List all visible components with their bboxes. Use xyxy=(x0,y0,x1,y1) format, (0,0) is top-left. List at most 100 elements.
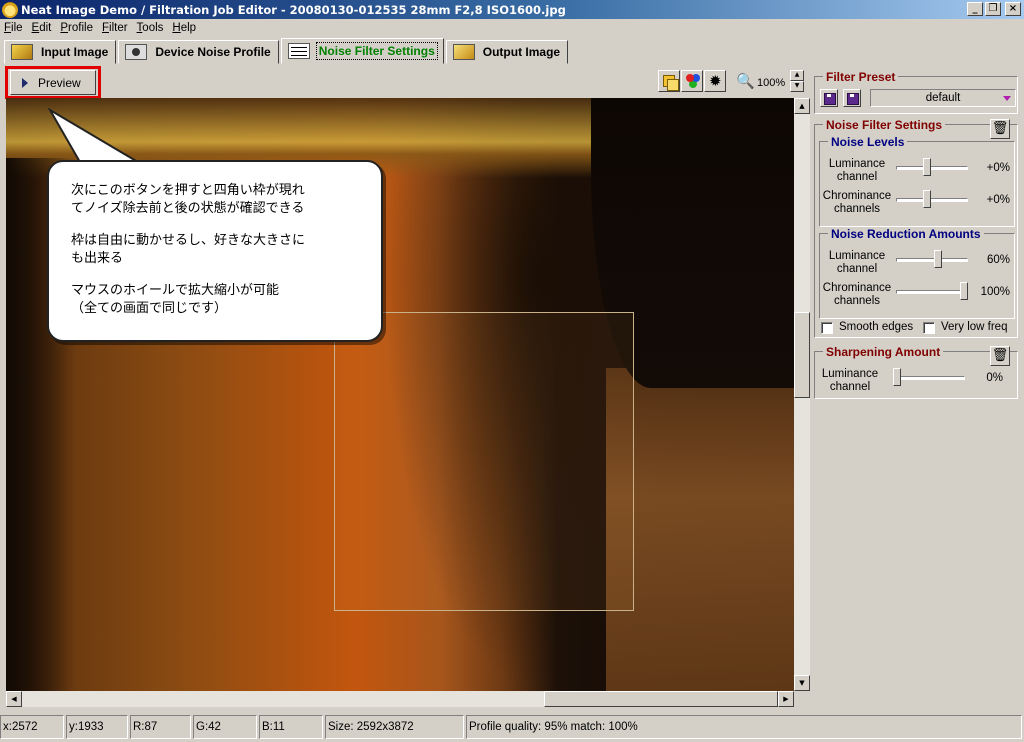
noise-filter-title: Noise Filter Settings xyxy=(823,118,946,132)
trash-icon[interactable]: 🗑 xyxy=(990,346,1010,366)
scroll-corner xyxy=(794,691,810,707)
close-button[interactable]: × xyxy=(1005,2,1021,16)
slider-track xyxy=(896,258,968,262)
menu-help[interactable]: Help xyxy=(172,22,196,34)
slider-track xyxy=(893,376,965,380)
title-bar: Neat Image Demo / Filtration Job Editor … xyxy=(0,0,1024,19)
sharpening-group: Sharpening Amount 🗑 Luminance channel 0% xyxy=(814,345,1018,399)
menu-file[interactable]: File xyxy=(4,22,23,34)
callout-text: マウスのホイールで拡大縮小が可能 （全ての画面で同じです） xyxy=(71,283,280,316)
slider-thumb[interactable] xyxy=(922,158,931,176)
color-channels-icon[interactable] xyxy=(681,70,703,92)
scroll-up-button[interactable]: ▲ xyxy=(794,98,810,114)
preset-value: default xyxy=(925,92,961,104)
zoom-value: 100% xyxy=(757,77,786,89)
status-b: B:11 xyxy=(259,715,323,739)
brightness-icon[interactable] xyxy=(704,70,726,92)
slider-thumb[interactable] xyxy=(934,250,943,268)
smooth-edges-label: Smooth edges xyxy=(839,321,914,333)
slider-thumb[interactable] xyxy=(893,368,901,386)
tab-device-noise-profile[interactable]: Device Noise Profile xyxy=(118,40,279,64)
slider-label: Chrominance channels xyxy=(822,190,892,215)
tab-label: Device Noise Profile xyxy=(155,45,271,59)
save-as-preset-icon[interactable] xyxy=(843,89,861,107)
horizontal-scroll-thumb[interactable] xyxy=(544,691,778,707)
camera-icon xyxy=(125,44,148,60)
menu-filter[interactable]: Filter xyxy=(102,22,128,34)
maximize-button[interactable]: ❐ xyxy=(985,2,1001,16)
callout-text: 次にこのボタンを押すと四角い枠が現れ てノイズ除去前と後の状態が確認できる xyxy=(71,183,305,216)
tab-label: Noise Filter Settings xyxy=(315,42,438,60)
slider-label: Luminance channel xyxy=(828,158,886,183)
tab-label: Input Image xyxy=(41,45,109,59)
horizontal-scrollbar[interactable]: ◀ ▶ xyxy=(6,691,794,707)
luminance-level-slider[interactable] xyxy=(896,158,968,178)
slider-track xyxy=(896,290,968,294)
status-y: y:1933 xyxy=(66,715,128,739)
status-bar: x:2572 y:1933 R:87 G:42 B:11 Size: 2592x… xyxy=(0,714,1024,740)
vertical-scrollbar[interactable]: ▲ ▼ xyxy=(794,98,810,691)
sliders-icon xyxy=(287,43,310,59)
zoom-down-button[interactable]: ▼ xyxy=(790,81,804,92)
preset-select[interactable]: default xyxy=(870,89,1016,107)
view-toolbar xyxy=(658,70,726,92)
filter-preset-group: Filter Preset default xyxy=(814,70,1018,114)
input-image-icon xyxy=(11,44,33,60)
trash-icon[interactable]: 🗑 xyxy=(990,119,1010,139)
minimize-button[interactable]: _ xyxy=(967,2,983,16)
slider-track xyxy=(896,166,968,170)
vertical-scroll-thumb[interactable] xyxy=(794,312,810,398)
preview-frame[interactable] xyxy=(334,312,634,611)
zoom-up-button[interactable]: ▲ xyxy=(790,70,804,81)
chrominance-reduction-slider[interactable] xyxy=(896,282,968,302)
noise-reduction-group: Noise Reduction Amounts Luminance channe… xyxy=(819,227,1015,319)
smooth-edges-checkbox[interactable] xyxy=(821,322,833,334)
callout-annotation: 次にこのボタンを押すと四角い枠が現れ てノイズ除去前と後の状態が確認できる 枠は… xyxy=(47,160,383,342)
slider-value: 100% xyxy=(980,286,1010,298)
window-title: Neat Image Demo / Filtration Job Editor … xyxy=(21,2,566,17)
status-r: R:87 xyxy=(130,715,191,739)
status-x: x:2572 xyxy=(0,715,64,739)
tab-noise-filter-settings[interactable]: Noise Filter Settings xyxy=(280,38,444,64)
scroll-down-button[interactable]: ▼ xyxy=(794,675,810,691)
status-size: Size: 2592x3872 xyxy=(325,715,464,739)
menu-edit[interactable]: Edit xyxy=(32,22,52,34)
noise-levels-title: Noise Levels xyxy=(828,135,908,149)
menu-bar: File Edit Profile Filter Tools Help xyxy=(0,19,1024,37)
slider-label: Luminance channel xyxy=(828,250,886,275)
callout-text: 枠は自由に動かせるし、好きな大きさに も出来る xyxy=(71,233,306,266)
output-image-icon xyxy=(452,44,475,60)
noise-reduction-title: Noise Reduction Amounts xyxy=(828,227,984,241)
very-low-freq-label: Very low freq xyxy=(941,321,1008,333)
settings-panel: Filter Preset default Noise Filter Setti… xyxy=(812,66,1022,708)
save-preset-icon[interactable] xyxy=(820,89,838,107)
sharpening-slider[interactable] xyxy=(893,368,965,388)
slider-track xyxy=(896,198,968,202)
zoom-stepper[interactable]: ▲ ▼ xyxy=(790,70,804,92)
slider-thumb[interactable] xyxy=(922,190,931,208)
filter-preset-title: Filter Preset xyxy=(823,70,899,84)
scroll-left-button[interactable]: ◀ xyxy=(6,691,22,707)
tab-output-image[interactable]: Output Image xyxy=(445,40,569,64)
app-icon[interactable] xyxy=(2,1,18,18)
scroll-right-button[interactable]: ▶ xyxy=(778,691,794,707)
menu-profile[interactable]: Profile xyxy=(60,22,93,34)
copy-view-icon[interactable] xyxy=(658,70,680,92)
slider-value: +0% xyxy=(986,194,1010,206)
zoom-icon: 🔍 xyxy=(736,72,755,90)
slider-value: +0% xyxy=(986,162,1010,174)
menu-tools[interactable]: Tools xyxy=(137,22,164,34)
noise-levels-group: Noise Levels Luminance channel +0% Chrom… xyxy=(819,135,1015,227)
tab-bar: Input Image Device Noise Profile Noise F… xyxy=(4,38,570,64)
slider-label: Luminance channel xyxy=(821,368,879,393)
chrominance-level-slider[interactable] xyxy=(896,190,968,210)
image-region xyxy=(606,368,794,691)
luminance-reduction-slider[interactable] xyxy=(896,250,968,270)
sharpening-title: Sharpening Amount xyxy=(823,345,944,359)
chevron-down-icon xyxy=(1003,96,1011,101)
slider-thumb[interactable] xyxy=(960,282,968,300)
very-low-freq-checkbox[interactable] xyxy=(923,322,935,334)
slider-value: 60% xyxy=(986,254,1010,266)
tab-input-image[interactable]: Input Image xyxy=(4,40,117,64)
tab-label: Output Image xyxy=(482,45,561,59)
